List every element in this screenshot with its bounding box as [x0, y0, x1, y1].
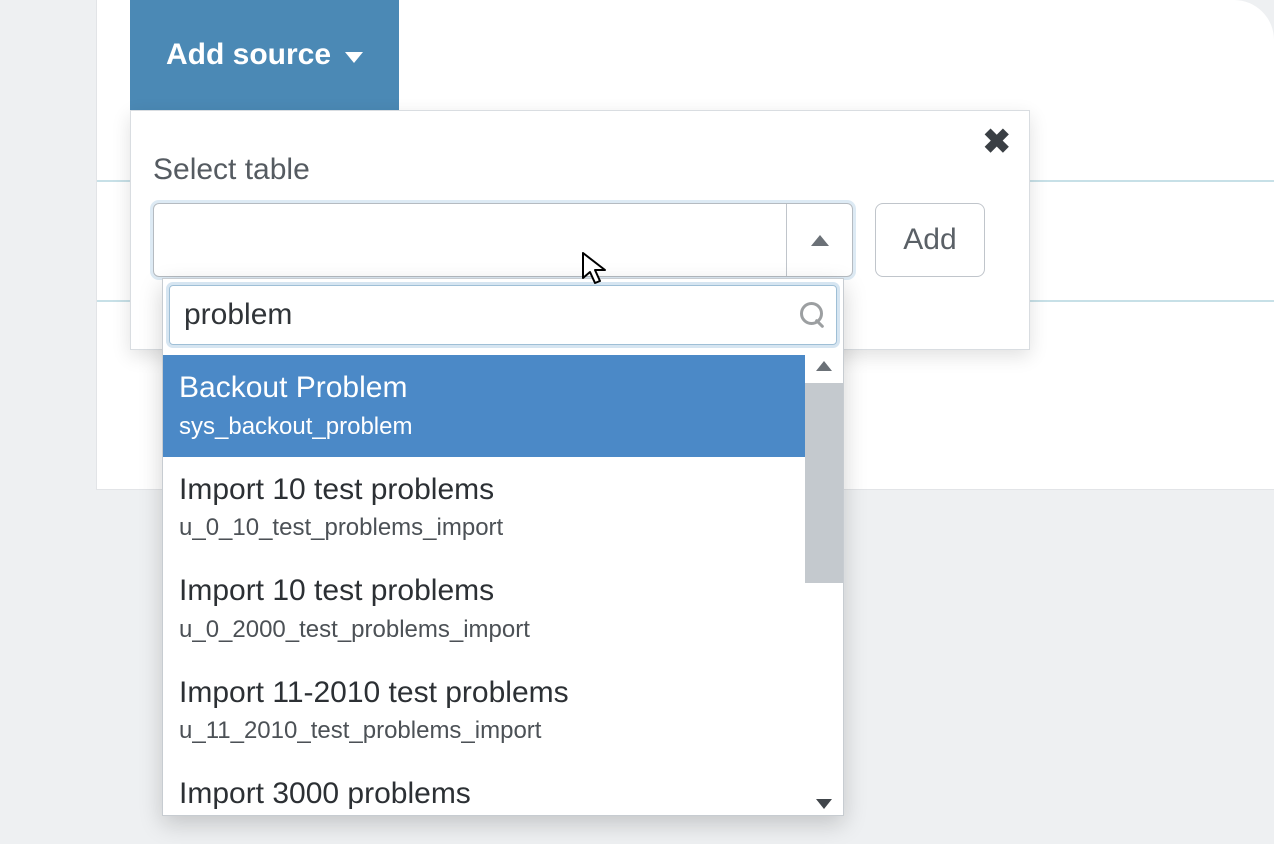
dropdown-item[interactable]: Import 10 test problems u_0_10_test_prob… — [163, 457, 805, 559]
dropdown-body: Backout Problem sys_backout_problem Impo… — [163, 355, 843, 815]
dropdown-search-input[interactable] — [184, 298, 790, 332]
dropdown-item-label: Import 10 test problems — [179, 572, 789, 610]
add-button[interactable]: Add — [875, 203, 985, 277]
dropdown-item-sublabel: u_0_10_test_problems_import — [179, 514, 789, 542]
dropdown-scrollbar[interactable] — [805, 355, 843, 815]
table-dropdown: Backout Problem sys_backout_problem Impo… — [162, 278, 844, 816]
popover-title: Select table — [153, 153, 310, 187]
caret-down-icon — [345, 52, 363, 63]
table-select-value[interactable] — [154, 204, 786, 276]
search-icon — [800, 302, 826, 328]
app-viewport: Add source ✖ Select table Add Backout Pr… — [0, 0, 1274, 844]
dropdown-item-sublabel: u_0_2000_test_problems_import — [179, 616, 789, 644]
dropdown-item-sublabel: sys_backout_problem — [179, 413, 789, 441]
dropdown-item[interactable]: Import 3000 problems — [163, 761, 805, 815]
dropdown-item-label: Backout Problem — [179, 369, 789, 407]
table-select[interactable] — [153, 203, 853, 277]
dropdown-item[interactable]: Import 10 test problems u_0_2000_test_pr… — [163, 558, 805, 660]
add-source-button[interactable]: Add source — [130, 0, 399, 110]
scroll-down-icon[interactable] — [816, 799, 832, 809]
dropdown-item-label: Import 3000 problems — [179, 775, 789, 813]
dropdown-item[interactable]: Import 11-2010 test problems u_11_2010_t… — [163, 660, 805, 762]
scroll-thumb[interactable] — [805, 383, 843, 583]
add-source-label: Add source — [166, 38, 331, 72]
dropdown-item-label: Import 11-2010 test problems — [179, 674, 789, 712]
dropdown-item-backout-problem[interactable]: Backout Problem sys_backout_problem — [163, 355, 805, 457]
close-icon[interactable]: ✖ — [983, 125, 1012, 159]
table-select-toggle[interactable] — [786, 204, 852, 276]
caret-up-icon — [811, 235, 829, 246]
dropdown-item-sublabel: u_11_2010_test_problems_import — [179, 717, 789, 745]
scroll-up-icon[interactable] — [816, 361, 832, 371]
dropdown-item-label: Import 10 test problems — [179, 471, 789, 509]
dropdown-list: Backout Problem sys_backout_problem Impo… — [163, 355, 805, 815]
dropdown-search[interactable] — [169, 285, 837, 345]
